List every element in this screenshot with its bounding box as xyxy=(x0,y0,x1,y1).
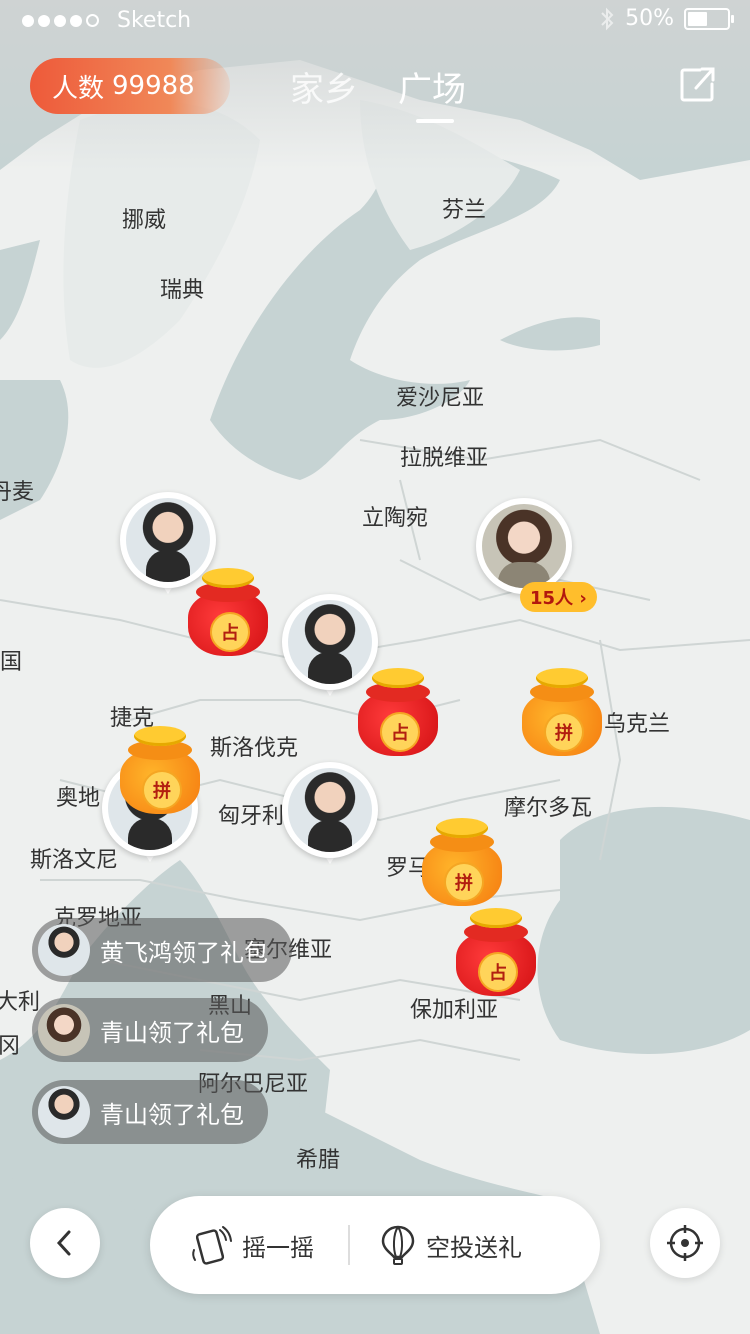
notification-item: 青山领了礼包 xyxy=(32,1080,268,1144)
shake-phone-icon xyxy=(192,1226,232,1265)
country-label: 乌克兰 xyxy=(604,712,671,737)
bag-emblem: 拼 xyxy=(444,862,484,902)
avatar xyxy=(38,1086,90,1138)
country-label: 冈 xyxy=(0,1034,21,1059)
member-count-pill: 人数 99988 xyxy=(30,58,230,114)
back-button[interactable] xyxy=(30,1208,100,1278)
tab-bar: 家乡 广场 xyxy=(290,62,466,123)
notification-text: 青山领了礼包 xyxy=(100,1100,244,1129)
coins-icon xyxy=(470,908,522,928)
group-pin[interactable]: 15人 › xyxy=(476,498,597,618)
coins-icon xyxy=(134,726,186,746)
crosshair-icon xyxy=(667,1225,703,1261)
orange-group-bag[interactable]: 拼 xyxy=(420,814,504,908)
shake-label: 摇一摇 xyxy=(242,1233,314,1262)
coins-icon xyxy=(372,668,424,688)
country-label: 瑞典 xyxy=(160,278,205,303)
signal-indicator: Sketch xyxy=(22,8,191,33)
battery-percent: 50% xyxy=(625,6,674,31)
orange-group-bag[interactable]: 拼 xyxy=(118,722,202,816)
country-label: 国 xyxy=(0,650,23,675)
notification-item: 黄飞鸿领了礼包 xyxy=(32,918,292,982)
country-label: 立陶宛 xyxy=(362,506,429,531)
user-pin[interactable] xyxy=(282,762,382,882)
signal-dot-icon xyxy=(54,14,66,27)
signal-dot-empty-icon xyxy=(86,14,99,27)
country-label: 大利 xyxy=(0,990,41,1015)
bag-emblem: 占 xyxy=(478,952,518,992)
country-label: 奥地 xyxy=(56,786,101,811)
country-label: 摩尔多瓦 xyxy=(504,796,593,821)
bluetooth-icon xyxy=(601,7,614,30)
group-count-badge[interactable]: 15人 › xyxy=(520,582,597,612)
chevron-left-icon xyxy=(56,1230,71,1256)
tab-square[interactable]: 广场 xyxy=(398,62,466,123)
country-label: 斯洛伐克 xyxy=(210,736,299,761)
country-label: 挪威 xyxy=(122,208,167,233)
notification-text: 青山领了礼包 xyxy=(100,1018,244,1047)
orange-group-bag[interactable]: 拼 xyxy=(520,664,604,758)
battery-icon xyxy=(684,7,734,30)
bag-emblem: 占 xyxy=(380,712,420,752)
status-bar: Sketch 50% xyxy=(0,0,750,40)
avatar xyxy=(38,924,90,976)
action-bar: 摇一摇 空投送礼 xyxy=(150,1196,600,1294)
country-label: 爱沙尼亚 xyxy=(396,386,485,411)
bag-emblem: 拼 xyxy=(544,712,584,752)
country-label: 匈牙利 xyxy=(218,804,285,829)
country-label: 芬兰 xyxy=(442,198,487,223)
coins-icon xyxy=(202,568,254,588)
map-screen: 挪威 芬兰 瑞典 爱沙尼亚 拉脱维亚 丹麦 立陶宛 国 捷克 斯洛伐克 奥地 乌… xyxy=(0,0,750,1334)
country-label: 希腊 xyxy=(296,1148,341,1173)
coins-icon xyxy=(436,818,488,838)
status-right: 50% xyxy=(599,6,734,31)
signal-dot-icon xyxy=(22,14,34,27)
bag-emblem: 占 xyxy=(210,612,250,652)
signal-dot-icon xyxy=(38,14,50,27)
carrier-name: Sketch xyxy=(117,8,192,33)
avatar xyxy=(38,1004,90,1056)
airdrop-label: 空投送礼 xyxy=(426,1233,522,1262)
tab-hometown[interactable]: 家乡 xyxy=(290,62,358,111)
shake-button[interactable]: 摇一摇 xyxy=(190,1224,314,1266)
member-count-value: 99988 xyxy=(112,71,195,101)
notification-item: 青山领了礼包 xyxy=(32,998,268,1062)
member-count-label: 人数 xyxy=(52,73,105,104)
share-icon[interactable] xyxy=(678,64,718,104)
country-label: 拉脱维亚 xyxy=(400,446,489,471)
locate-button[interactable] xyxy=(650,1208,720,1278)
red-gift-bag[interactable]: 占 xyxy=(454,904,538,998)
avatar xyxy=(288,768,372,852)
red-gift-bag[interactable]: 占 xyxy=(356,664,440,758)
notification-text: 黄飞鸿领了礼包 xyxy=(100,938,268,967)
red-gift-bag[interactable]: 占 xyxy=(186,564,270,658)
country-label: 丹麦 xyxy=(0,480,35,505)
bag-emblem: 拼 xyxy=(142,770,182,810)
signal-dot-icon xyxy=(70,14,82,27)
coins-icon xyxy=(536,668,588,688)
group-count-text: 15人 xyxy=(530,588,574,609)
airdrop-gift-button[interactable]: 空投送礼 xyxy=(380,1224,522,1266)
divider xyxy=(348,1225,350,1265)
hot-air-balloon-icon xyxy=(381,1225,415,1265)
avatar xyxy=(482,504,566,588)
